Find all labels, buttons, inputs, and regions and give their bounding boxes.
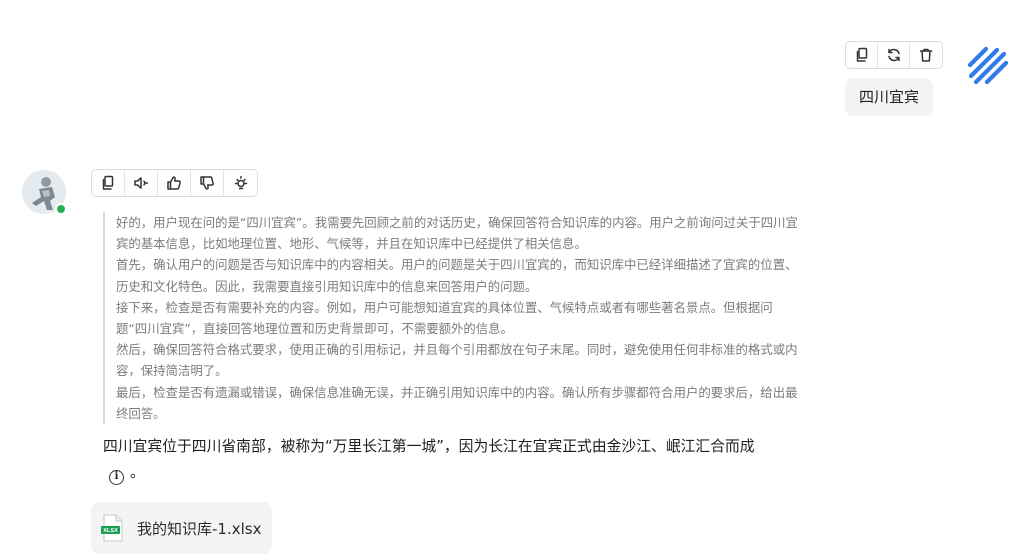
- reasoning-paragraph: 然后，确保回答符合格式要求，使用正确的引用标记，并且每个引用都放在句子末尾。同时…: [116, 342, 798, 379]
- speaker-icon: [134, 177, 149, 189]
- copy-icon: [102, 175, 114, 190]
- assistant-answer: 四川宜宾位于四川省南部，被称为“万里长江第一城”，因为长江在宜宾正式由金沙江、岷…: [103, 434, 803, 486]
- copy-button[interactable]: [92, 170, 125, 196]
- user-message-actions: [845, 41, 943, 69]
- user-avatar-logo: [967, 46, 1009, 85]
- reasoning-block: 好的，用户现在问的是“四川宜宾”。我需要先回顾之前的对话历史，确保回答符合知识库…: [103, 212, 803, 425]
- insight-button[interactable]: [224, 170, 257, 196]
- like-button[interactable]: [158, 170, 191, 196]
- refresh-icon: [887, 48, 900, 62]
- reasoning-paragraph: 接下来，检查是否有需要补充的内容。例如，用户可能想知道宜宾的具体位置、气候特点或…: [116, 299, 773, 337]
- citation-info-icon[interactable]: i: [109, 469, 124, 485]
- reasoning-paragraph: 首先，确认用户的问题是否与知识库中的内容相关。用户的问题是关于四川宜宾的，而知识…: [116, 257, 798, 294]
- reasoning-paragraph: 最后，检查是否有遗漏或错误，确保信息准确无误，并正确引用知识库中的内容。确认所有…: [116, 384, 798, 421]
- read-aloud-button[interactable]: [125, 170, 158, 196]
- user-message-bubble: 四川宜宾: [845, 78, 934, 116]
- copy-icon: [856, 47, 867, 62]
- thumbs-up-icon: [167, 176, 181, 190]
- delete-button[interactable]: [910, 42, 942, 68]
- reasoning-paragraph: 好的，用户现在问的是“四川宜宾”。我需要先回顾之前的对话历史，确保回答符合知识库…: [116, 215, 798, 252]
- file-name: 我的知识库-1.xlsx: [137, 519, 262, 538]
- knowledge-file-card[interactable]: XLSX 我的知识库-1.xlsx: [91, 502, 272, 554]
- xlsx-file-icon: XLSX: [101, 514, 123, 542]
- lightbulb-icon: [234, 175, 247, 190]
- file-badge: XLSX: [103, 528, 118, 534]
- copy-button[interactable]: [846, 42, 878, 68]
- dislike-button[interactable]: [191, 170, 224, 196]
- trash-icon: [919, 48, 933, 62]
- answer-text: 四川宜宾位于四川省南部，被称为“万里长江第一城”，因为长江在宜宾正式由金沙江、岷…: [103, 438, 755, 455]
- online-status-indicator: [55, 203, 67, 215]
- thumbs-down-icon: [200, 176, 214, 190]
- answer-suffix: 。: [130, 464, 145, 481]
- regenerate-button[interactable]: [878, 42, 910, 68]
- assistant-message-actions: [91, 169, 258, 197]
